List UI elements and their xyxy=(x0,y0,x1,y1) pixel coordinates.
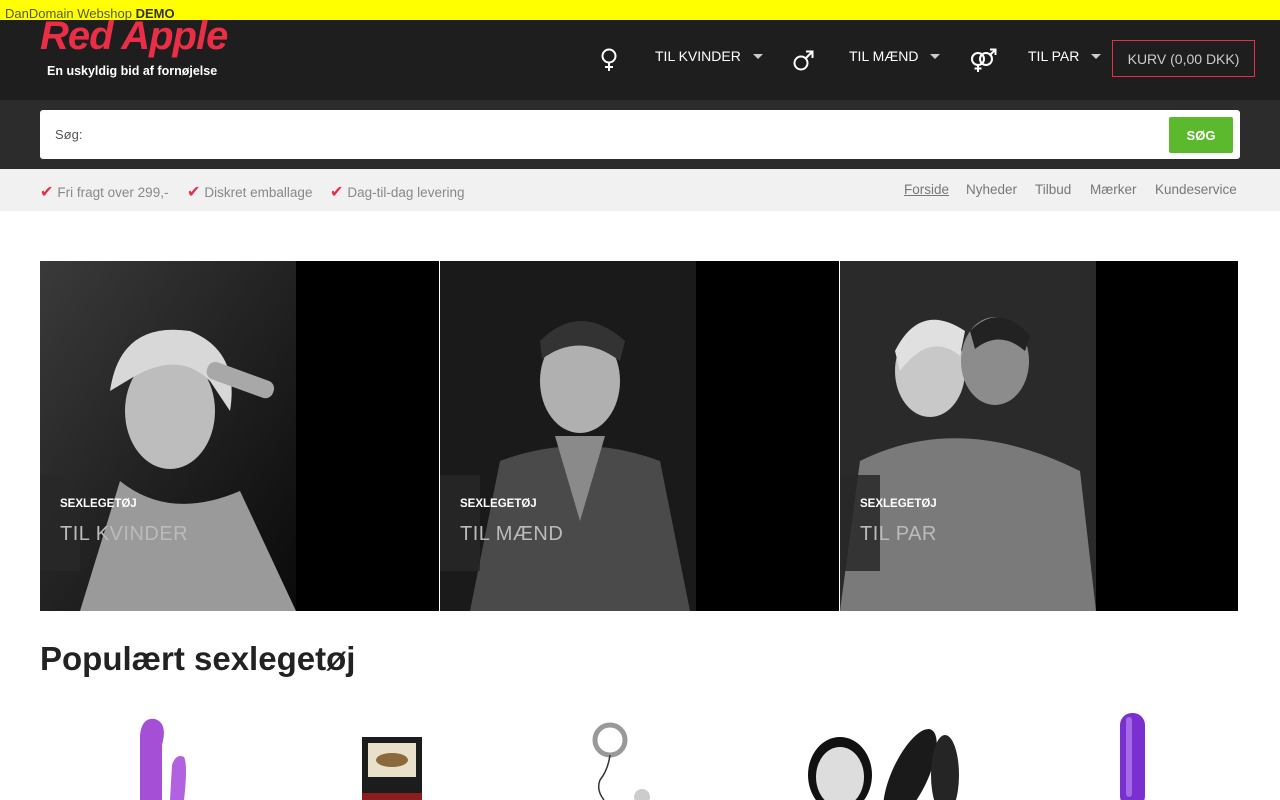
nav-til-maend[interactable]: TIL MÆND xyxy=(849,48,941,64)
usp-free-shipping: ✔ Fri fragt over 299,- xyxy=(40,182,168,202)
banner-title: TIL KVINDER xyxy=(60,523,189,545)
banner-title: TIL MÆND xyxy=(460,523,564,545)
check-icon: ✔ xyxy=(40,184,54,201)
top-link-kundeservice[interactable]: Kundeservice xyxy=(1155,182,1237,197)
top-link-maerker[interactable]: Mærker xyxy=(1090,182,1137,197)
product-card[interactable] xyxy=(1040,705,1240,800)
female-symbol-icon[interactable] xyxy=(595,46,623,74)
banner-til-par[interactable]: SEXLEGETØJ TIL PAR xyxy=(840,261,1238,611)
product-image-metal-ring xyxy=(592,722,650,800)
usp-text: Diskret emballage xyxy=(204,185,313,200)
search-band: Søg: SØG xyxy=(0,100,1280,169)
nav-til-kvinder[interactable]: TIL KVINDER xyxy=(655,48,763,64)
logo-title: Red Apple xyxy=(40,14,228,58)
banner-title: TIL PAR xyxy=(860,523,937,545)
banner-small-label: SEXLEGETØJ xyxy=(460,498,537,510)
product-image-vibrator-set xyxy=(808,729,959,800)
banner-caption: SEXLEGETØJ TIL MÆND xyxy=(440,475,563,571)
usp-discreet-packaging: ✔ Diskret emballage xyxy=(187,182,312,202)
cart-button[interactable]: KURV (0,00 DKK) xyxy=(1112,40,1255,77)
check-icon: ✔ xyxy=(187,184,201,201)
chevron-down-icon xyxy=(930,53,941,59)
search-box: Søg: SØG xyxy=(40,110,1240,159)
logo[interactable]: Red Apple En uskyldig bid af fornøjelse xyxy=(40,14,240,82)
product-image-box xyxy=(362,737,422,800)
product-card[interactable] xyxy=(560,705,760,800)
male-symbol-icon[interactable] xyxy=(790,46,818,74)
site-header: Red Apple En uskyldig bid af fornøjelse … xyxy=(0,14,1280,100)
search-label: Søg: xyxy=(55,127,83,142)
banner-small-label: SEXLEGETØJ xyxy=(860,498,937,510)
usp-next-day-delivery: ✔ Dag-til-dag levering xyxy=(330,182,464,202)
usp-text: Dag-til-dag levering xyxy=(347,185,465,200)
nav-til-par[interactable]: TIL PAR xyxy=(1028,48,1102,64)
nav-label: TIL PAR xyxy=(1028,48,1080,64)
top-link-nyheder[interactable]: Nyheder xyxy=(966,182,1017,197)
top-link-tilbud[interactable]: Tilbud xyxy=(1035,182,1071,197)
banner-caption: SEXLEGETØJ TIL PAR xyxy=(840,475,937,571)
banner-til-kvinder[interactable]: SEXLEGETØJ TIL KVINDER xyxy=(40,261,439,611)
banner-small-label: SEXLEGETØJ xyxy=(60,498,137,510)
top-link-forside[interactable]: Forside xyxy=(904,182,949,197)
usp-text: Fri fragt over 299,- xyxy=(57,185,169,200)
info-bar: ✔ Fri fragt over 299,- ✔ Diskret emballage… xyxy=(0,169,1280,211)
search-input[interactable] xyxy=(90,118,1190,150)
couple-symbol-icon[interactable] xyxy=(968,46,998,74)
popular-section-title: Populært sexlegetøj xyxy=(40,640,356,677)
nav-label: TIL KVINDER xyxy=(655,48,741,64)
product-card[interactable] xyxy=(320,705,520,800)
chevron-down-icon xyxy=(752,53,763,59)
product-card[interactable] xyxy=(800,705,1000,800)
logo-tagline: En uskyldig bid af fornøjelse xyxy=(47,64,218,78)
check-icon: ✔ xyxy=(330,184,344,201)
product-image-purple-vibrator xyxy=(1120,713,1145,800)
banner-caption: SEXLEGETØJ TIL KVINDER xyxy=(40,475,188,571)
banner-til-maend[interactable]: SEXLEGETØJ TIL MÆND xyxy=(440,261,839,611)
nav-label: TIL MÆND xyxy=(849,48,919,64)
product-card[interactable] xyxy=(80,705,280,800)
chevron-down-icon xyxy=(1091,53,1102,59)
search-button[interactable]: SØG xyxy=(1169,117,1233,153)
product-image-rabbit-vibrator xyxy=(140,718,186,800)
